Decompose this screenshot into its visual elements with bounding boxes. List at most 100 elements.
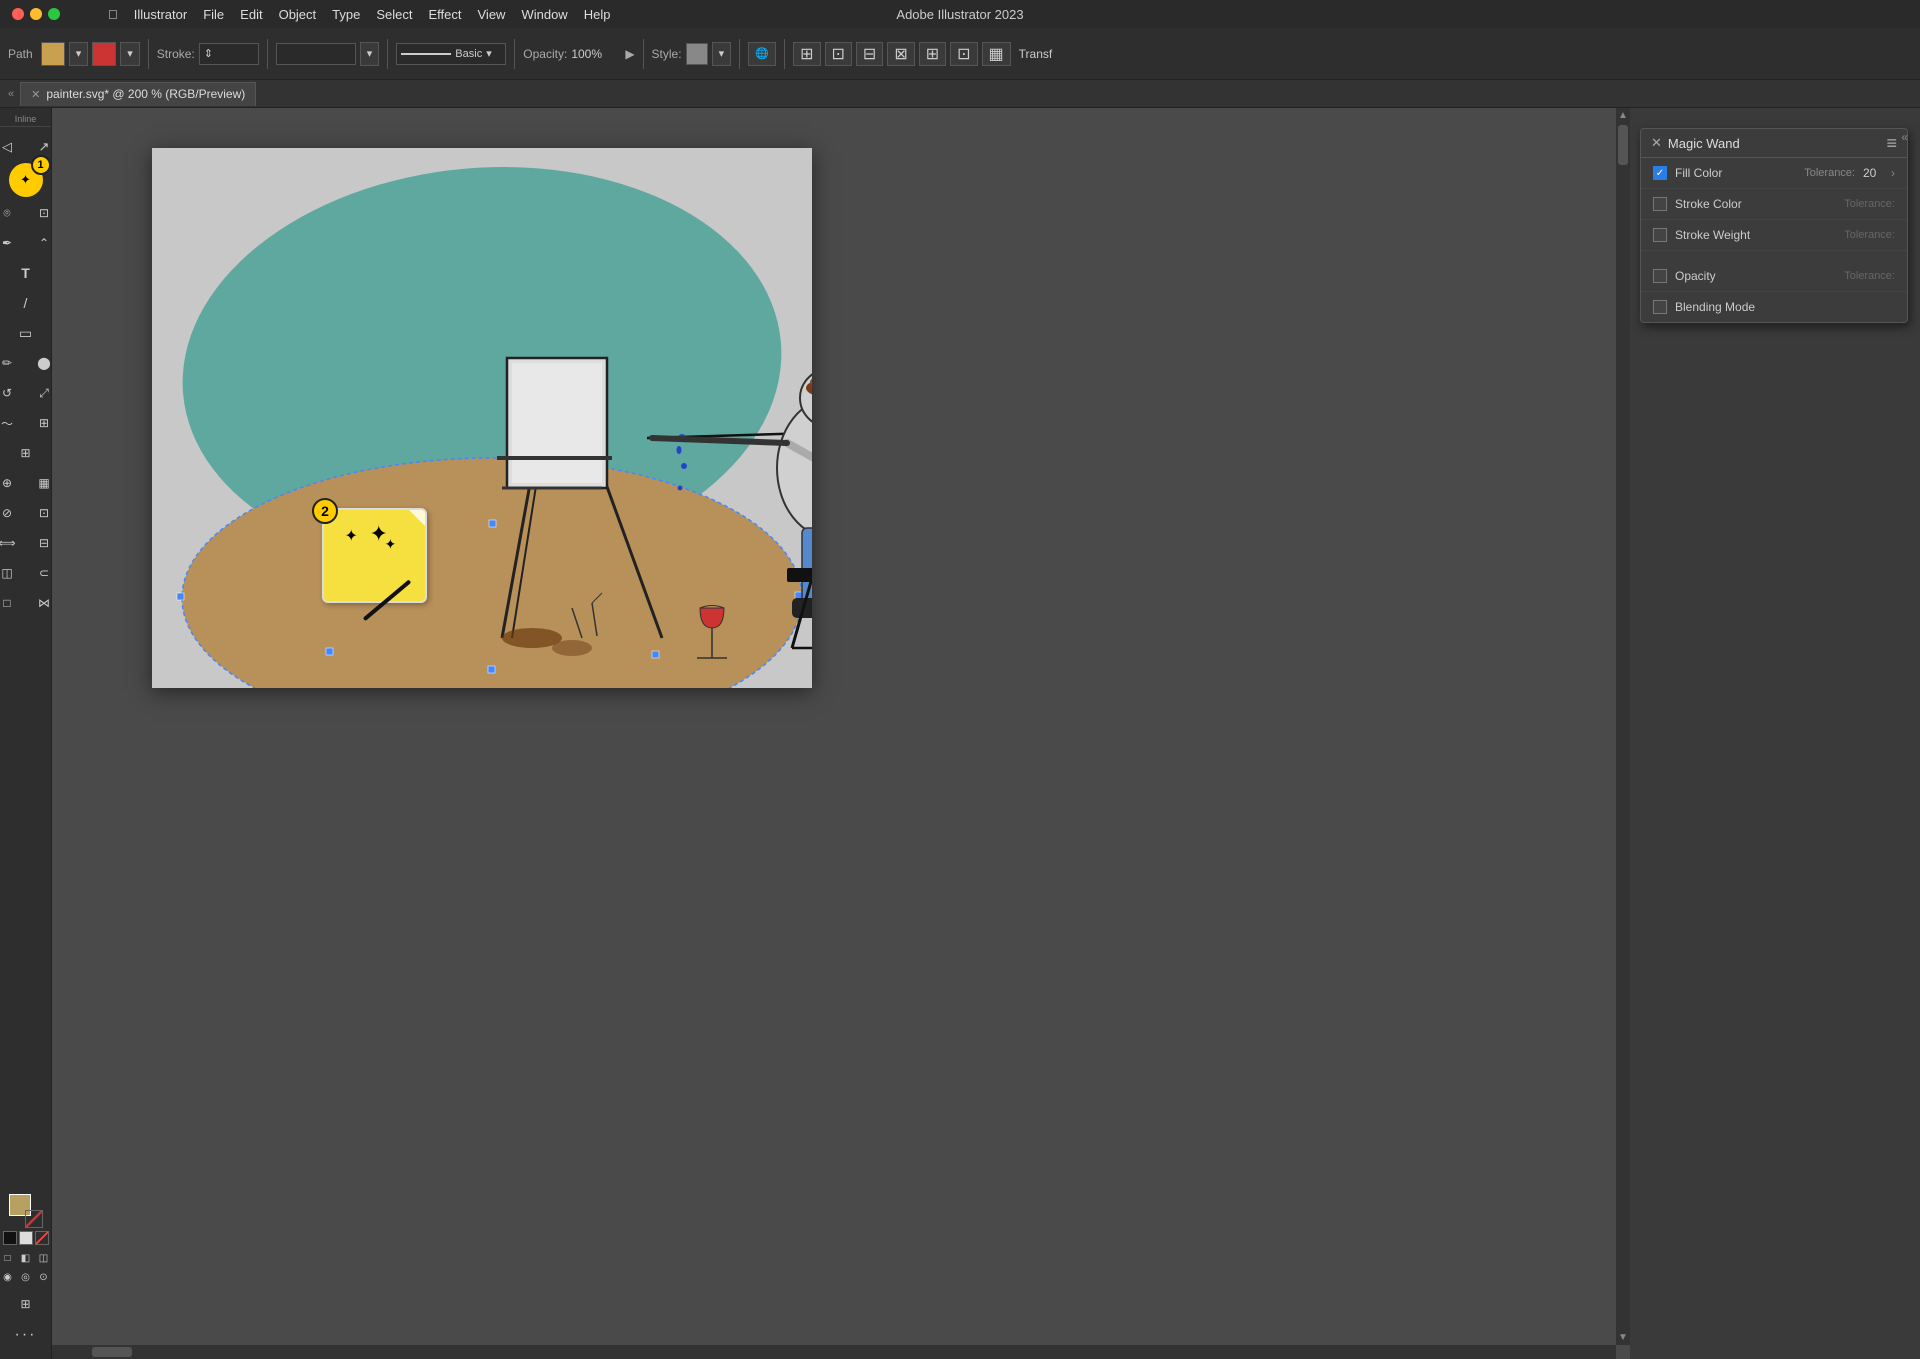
panel-close-btn[interactable]: ✕ [1651, 135, 1662, 151]
stroke-color-dropdown[interactable]: ▾ [120, 42, 140, 66]
document-tab[interactable]: ✕ painter.svg* @ 200 % (RGB/Preview) [20, 82, 256, 106]
more-tools-btn[interactable]: ··· [8, 1321, 44, 1349]
fill-expand-btn[interactable]: › [1891, 166, 1895, 180]
none-swatch[interactable] [35, 1231, 49, 1245]
menu-type[interactable]: Type [324, 0, 368, 28]
menu-view[interactable]: View [470, 0, 514, 28]
minimize-button[interactable] [30, 8, 42, 20]
close-button[interactable] [12, 8, 24, 20]
stroke-color-checkbox[interactable] [1653, 197, 1667, 211]
gradient-btn[interactable]: ◫ [0, 559, 25, 587]
menu-object[interactable]: Object [271, 0, 325, 28]
transform-label: Transf [1019, 47, 1053, 61]
type-tool-btn[interactable]: T [8, 259, 44, 287]
blend-tool-btn[interactable]: ⟺ [0, 529, 25, 557]
star-3: ✦ [385, 536, 397, 553]
menu-effect[interactable]: Effect [420, 0, 469, 28]
scroll-down-arrow[interactable]: ▼ [1616, 1332, 1630, 1343]
fill-color-swatch[interactable] [41, 42, 65, 66]
fill-color-row: ✓ Fill Color Tolerance: 20 › [1641, 158, 1907, 189]
chart-icon-btn[interactable]: ▦ [982, 42, 1011, 66]
magic-wand-tooltip-card: 2 ✦ ✦ ✦ [322, 508, 427, 603]
menu-file[interactable]: File [195, 0, 232, 28]
layers-icon-btn[interactable]: ⊞ [8, 1290, 44, 1318]
rotate-tool-btn[interactable]: ↺ [0, 379, 25, 407]
blending-mode-checkbox[interactable] [1653, 300, 1667, 314]
style-dropdown[interactable]: ▾ [712, 42, 732, 66]
draw-behind-btn[interactable]: ◫ [36, 1250, 52, 1266]
stroke-color-swatch[interactable] [92, 42, 116, 66]
draw-inside-btn[interactable]: ◧ [18, 1250, 34, 1266]
fill-mode-btn[interactable]: ◎ [18, 1269, 34, 1285]
stroke-value[interactable]: ⇕ [199, 43, 259, 65]
lasso-tool-btn[interactable]: ⌾ [0, 199, 25, 227]
eyedropper-btn[interactable]: ⊘ [0, 499, 25, 527]
globe-icon-btn[interactable]: 🌐 [748, 42, 776, 66]
pencil-tool-btn[interactable]: ✏ [0, 349, 25, 377]
align-btn-5[interactable]: ⊞ [919, 42, 946, 66]
style-label: Style: [652, 47, 682, 61]
horizontal-scrollbar[interactable] [52, 1345, 1616, 1359]
align-btn-6[interactable]: ⊡ [950, 42, 977, 66]
rectangle-tool-btn[interactable]: ▭ [8, 319, 44, 347]
free-transform-btn[interactable]: ⊞ [8, 439, 44, 467]
opacity-value[interactable]: 100% [571, 47, 621, 61]
menu-window[interactable]: Window [513, 0, 575, 28]
maximize-button[interactable] [48, 8, 60, 20]
fill-color-dropdown[interactable]: ▾ [69, 42, 89, 66]
warp-tool-btn[interactable]: 〜 [0, 409, 25, 437]
scroll-thumb[interactable] [1618, 125, 1628, 165]
checkbox-check-icon: ✓ [1656, 168, 1664, 179]
stroke-profile-field[interactable] [276, 43, 356, 65]
align-btn-4[interactable]: ⊠ [887, 42, 914, 66]
opacity-tolerance-label: Tolerance: [1844, 270, 1895, 282]
style-swatch[interactable] [686, 43, 708, 65]
foreground-background-swatch[interactable] [9, 1194, 43, 1228]
line-tool-btn[interactable]: / [8, 289, 44, 317]
apple-menu[interactable]:  [100, 0, 126, 28]
doc-tab-title: painter.svg* @ 200 % (RGB/Preview) [46, 87, 245, 101]
tab-close-icon[interactable]: ✕ [31, 88, 40, 101]
stroke-weight-checkbox[interactable] [1653, 228, 1667, 242]
menu-help[interactable]: Help [576, 0, 619, 28]
align-btn-1[interactable]: ⊞ [793, 42, 820, 66]
blending-mode-label: Blending Mode [1675, 300, 1895, 314]
scroll-up-arrow[interactable]: ▲ [1616, 108, 1630, 123]
vertical-scrollbar[interactable]: ▲ ▼ [1616, 108, 1630, 1345]
opacity-checkbox[interactable] [1653, 269, 1667, 283]
fill-color-checkbox[interactable]: ✓ [1653, 166, 1667, 180]
screen-mode-btn[interactable]: ◉ [0, 1269, 16, 1285]
h-scroll-thumb[interactable] [92, 1347, 132, 1357]
stroke-spinner: ⇕ [204, 47, 213, 60]
background-swatch[interactable] [25, 1210, 43, 1228]
artboard[interactable]: 2 ✦ ✦ ✦ [152, 148, 812, 688]
toolbar-collapse-label: Inline [0, 112, 51, 127]
menu-edit[interactable]: Edit [232, 0, 270, 28]
fill-tolerance-value[interactable]: 20 [1863, 166, 1883, 180]
traffic-lights [0, 8, 60, 20]
stroke-mode-btn[interactable]: ⊙ [36, 1269, 52, 1285]
align-btn-3[interactable]: ⊟ [856, 42, 883, 66]
panel-menu-btn[interactable]: ≡ [1886, 134, 1897, 152]
selection-tool-btn[interactable]: ◁ [0, 133, 25, 161]
symbol-tool-btn[interactable]: ⊕ [0, 469, 25, 497]
collapse-icon[interactable]: « [8, 88, 14, 100]
stroke-color-label: Stroke Color [1675, 197, 1836, 211]
panel-collapse-btn[interactable]: « [1901, 130, 1908, 144]
stroke-tolerance-label: Tolerance: [1844, 198, 1895, 210]
magic-wand-panel: ✕ Magic Wand ≡ ✓ Fill Color Tolerance: 2… [1640, 128, 1908, 323]
app-menu-illustrator[interactable]: Illustrator [126, 0, 195, 28]
pen-tool-btn[interactable]: ✒ [0, 229, 25, 257]
artboard-tool-btn[interactable]: □ [0, 589, 25, 617]
brush-definition[interactable]: Basic ▾ [396, 43, 506, 65]
opacity-expand[interactable]: ▶ [625, 47, 634, 61]
divider-3 [387, 39, 388, 69]
stroke-label: Stroke: [157, 47, 195, 61]
menu-select[interactable]: Select [368, 0, 420, 28]
artwork-svg [152, 148, 812, 688]
white-swatch[interactable] [19, 1231, 33, 1245]
stroke-profile-dropdown[interactable]: ▾ [360, 42, 380, 66]
normal-mode-btn[interactable]: □ [0, 1250, 16, 1266]
align-btn-2[interactable]: ⊡ [825, 42, 852, 66]
black-swatch[interactable] [3, 1231, 17, 1245]
